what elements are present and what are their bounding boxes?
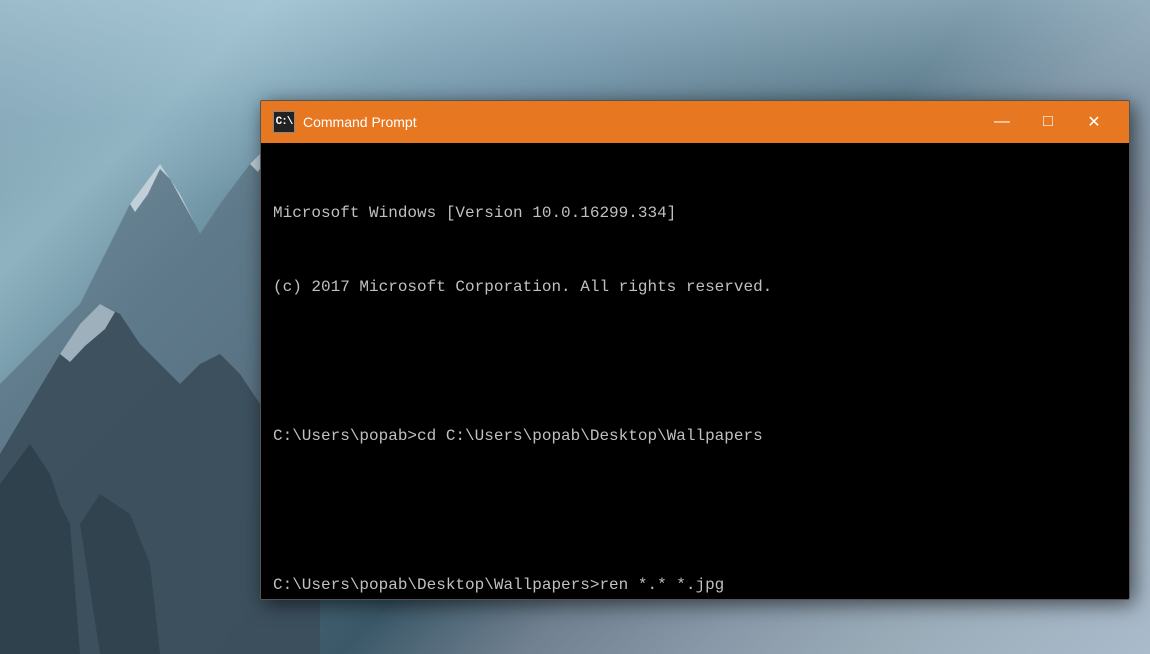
cmd-titlebar: C:\ Command Prompt — □ ✕ — [261, 101, 1129, 143]
cmd-app-icon: C:\ — [273, 111, 295, 133]
window-controls: — □ ✕ — [979, 101, 1117, 143]
cmd-window: C:\ Command Prompt — □ ✕ Microsoft Windo… — [260, 100, 1130, 600]
cmd-blank-2 — [273, 498, 1117, 523]
cmd-blank-1 — [273, 349, 1117, 374]
maximize-button[interactable]: □ — [1025, 101, 1071, 143]
cmd-title: Command Prompt — [303, 114, 971, 130]
close-button[interactable]: ✕ — [1071, 101, 1117, 143]
cmd-body[interactable]: Microsoft Windows [Version 10.0.16299.33… — [261, 143, 1129, 599]
cmd-icon-text: C:\ — [276, 116, 293, 128]
cmd-output: Microsoft Windows [Version 10.0.16299.33… — [273, 151, 1117, 599]
minimize-button[interactable]: — — [979, 101, 1025, 143]
cmd-line-3: C:\Users\popab>cd C:\Users\popab\Desktop… — [273, 424, 1117, 449]
cmd-line-4: C:\Users\popab\Desktop\Wallpapers>ren *.… — [273, 573, 1117, 598]
cmd-line-1: Microsoft Windows [Version 10.0.16299.33… — [273, 201, 1117, 226]
cmd-line-2: (c) 2017 Microsoft Corporation. All righ… — [273, 275, 1117, 300]
